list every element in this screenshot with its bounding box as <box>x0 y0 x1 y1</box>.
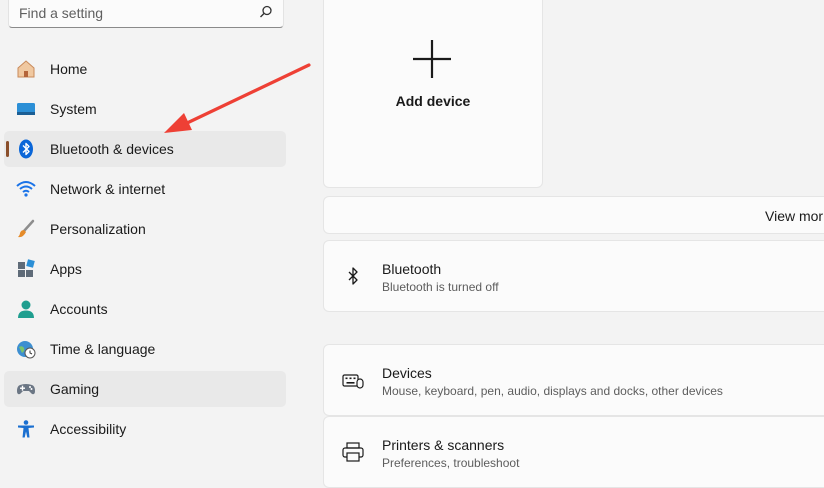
sidebar-item-apps[interactable]: Apps <box>4 251 286 287</box>
accessibility-icon <box>18 420 34 438</box>
apps-icon <box>18 259 35 277</box>
gamepad-icon <box>17 384 35 395</box>
search-icon[interactable] <box>259 5 273 19</box>
sidebar-item-label: System <box>50 101 97 117</box>
monitor-icon <box>17 103 35 115</box>
selected-indicator <box>6 141 9 157</box>
sidebar-item-home[interactable]: Home <box>4 51 286 87</box>
sidebar-item-label: Home <box>50 61 88 77</box>
sidebar-item-system[interactable]: System <box>4 91 286 127</box>
sidebar-item-network[interactable]: Network & internet <box>4 171 286 207</box>
sidebar-item-label: Bluetooth & devices <box>50 141 174 157</box>
sidebar-item-label: Personalization <box>50 221 146 237</box>
printer-icon <box>342 442 364 462</box>
view-more-bar: View mor <box>323 196 824 234</box>
sidebar-item-accessibility[interactable]: Accessibility <box>4 411 286 447</box>
sidebar-item-label: Gaming <box>50 381 100 397</box>
printers-setting-row[interactable]: Printers & scanners Preferences, trouble… <box>323 416 824 488</box>
paintbrush-icon <box>18 219 35 238</box>
sidebar-item-label: Accounts <box>50 301 108 317</box>
sidebar-item-time-language[interactable]: Time & language <box>4 331 286 367</box>
sidebar-item-personalization[interactable]: Personalization <box>4 211 286 247</box>
printers-description: Preferences, troubleshoot <box>382 456 520 470</box>
sidebar-item-label: Network & internet <box>50 181 166 197</box>
plus-icon <box>413 40 451 78</box>
bluetooth-title: Bluetooth <box>382 261 442 277</box>
devices-setting-row[interactable]: Devices Mouse, keyboard, pen, audio, dis… <box>323 344 824 416</box>
add-device-label: Add device <box>395 93 471 109</box>
person-icon <box>18 300 34 318</box>
devices-description: Mouse, keyboard, pen, audio, displays an… <box>382 384 723 398</box>
sidebar-item-label: Apps <box>50 261 82 277</box>
search-input[interactable] <box>17 1 251 25</box>
home-icon <box>17 60 35 78</box>
bluetooth-setting-row[interactable]: Bluetooth Bluetooth is turned off <box>323 240 824 312</box>
sidebar-item-accounts[interactable]: Accounts <box>4 291 286 327</box>
sidebar-item-bluetooth-devices[interactable]: Bluetooth & devices <box>4 131 286 167</box>
sidebar-item-label: Accessibility <box>50 421 127 437</box>
add-device-card[interactable]: Add device <box>323 0 543 188</box>
bluetooth-status: Bluetooth is turned off <box>382 280 499 294</box>
printers-title: Printers & scanners <box>382 437 505 453</box>
wifi-icon <box>16 181 36 197</box>
bluetooth-icon <box>19 139 33 159</box>
bluetooth-icon <box>348 267 358 285</box>
globe-clock-icon <box>17 341 36 359</box>
keyboard-mouse-icon <box>342 374 364 389</box>
search-box[interactable] <box>8 0 284 28</box>
sidebar-item-gaming[interactable]: Gaming <box>4 371 286 407</box>
view-more-button[interactable]: View mor <box>765 208 823 224</box>
sidebar-nav: Home System Bluetooth & devices Network … <box>4 51 286 451</box>
sidebar-item-label: Time & language <box>50 341 156 357</box>
devices-title: Devices <box>382 365 432 381</box>
